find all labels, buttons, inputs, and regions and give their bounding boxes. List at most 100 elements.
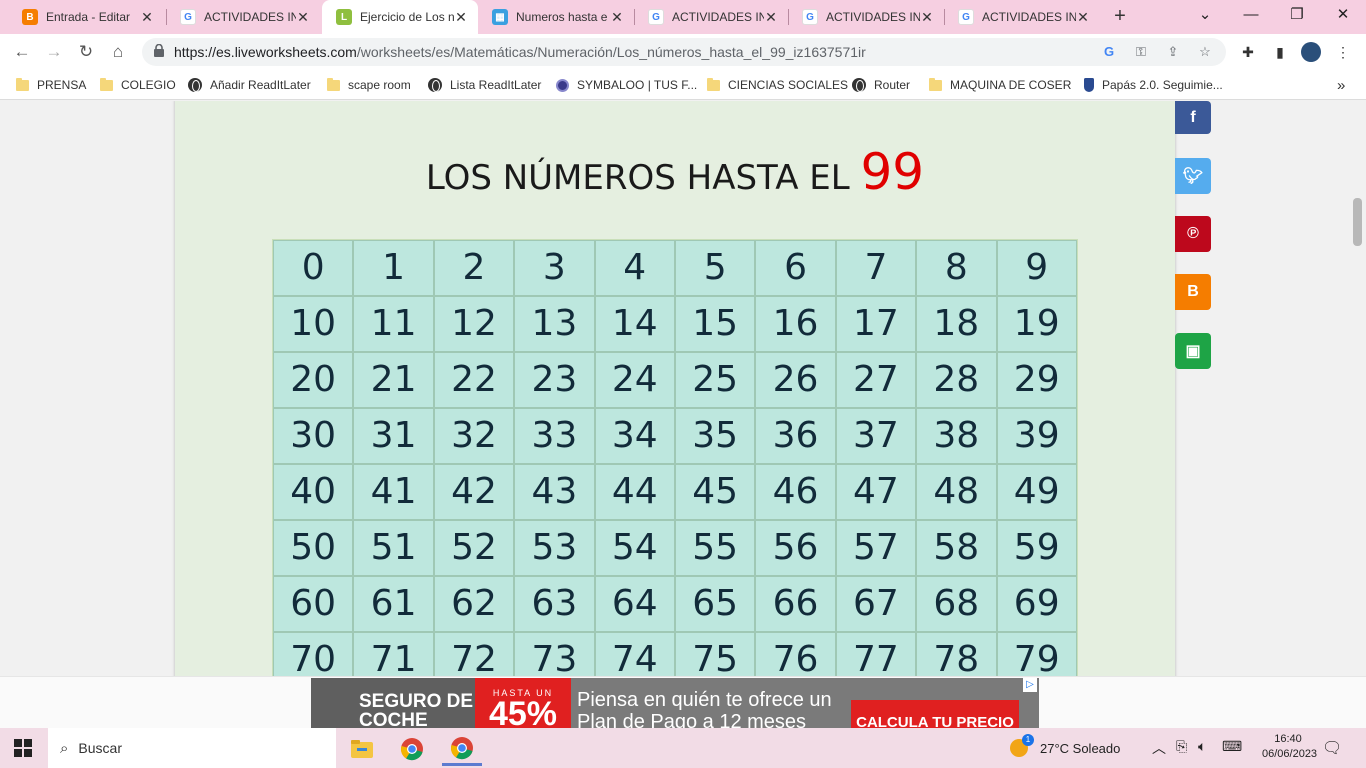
tab-entrada-editar[interactable]: B Entrada - Editar ✕	[8, 0, 164, 34]
back-button[interactable]: ←	[10, 40, 34, 64]
key-icon[interactable]: ⚿	[1132, 43, 1150, 61]
taskbar-search[interactable]: ⌕ Buscar	[48, 728, 336, 768]
number-cell[interactable]: 48	[916, 464, 997, 520]
minimize-button[interactable]: —	[1228, 0, 1274, 30]
number-cell[interactable]: 32	[433, 408, 515, 464]
profile-avatar[interactable]	[1301, 42, 1321, 62]
address-bar[interactable]: https://es.liveworksheets.com/worksheets…	[142, 38, 1226, 66]
classroom-share-button[interactable]: ▣	[1175, 333, 1211, 369]
number-cell[interactable]: 52	[433, 520, 515, 576]
number-cell[interactable]: 67	[835, 576, 917, 632]
number-cell[interactable]: 42	[433, 464, 515, 520]
close-window-button[interactable]: ✕	[1320, 0, 1366, 30]
close-tab-icon[interactable]: ✕	[296, 9, 310, 26]
clock[interactable]: 16:40 06/06/2023	[1262, 732, 1317, 762]
number-cell[interactable]: 53	[514, 520, 595, 576]
tab-search-chevron-icon[interactable]: ⌄	[1182, 0, 1228, 30]
number-cell[interactable]: 50	[273, 520, 354, 576]
number-cell[interactable]: 12	[433, 296, 515, 352]
number-cell[interactable]: 27	[835, 352, 917, 408]
number-cell[interactable]: 40	[273, 464, 354, 520]
reload-button[interactable]: ↻	[74, 40, 98, 64]
number-cell[interactable]: 7	[835, 240, 917, 296]
number-cell[interactable]: 19	[996, 296, 1077, 352]
scrollbar[interactable]	[1350, 101, 1366, 728]
tab-actividades-3[interactable]: G ACTIVIDADES INT ✕	[788, 0, 944, 34]
number-cell[interactable]: 16	[755, 296, 836, 352]
chrome-profile-app[interactable]	[442, 732, 482, 766]
number-cell[interactable]: 43	[514, 464, 595, 520]
number-cell[interactable]: 2	[433, 240, 515, 296]
number-cell[interactable]: 9	[996, 240, 1077, 296]
windows-start-button[interactable]	[14, 739, 32, 757]
bookmark-anadir-readitlater[interactable]: Añadir ReadItLater	[188, 76, 311, 94]
bookmark-papas[interactable]: Papás 2.0. Seguimie...	[1084, 76, 1223, 94]
google-lens-icon[interactable]: G	[1100, 43, 1118, 61]
number-cell[interactable]: 13	[514, 296, 595, 352]
file-explorer-app[interactable]	[342, 732, 382, 766]
number-cell[interactable]: 3	[514, 240, 595, 296]
extensions-icon[interactable]: ✚	[1238, 42, 1258, 62]
number-cell[interactable]: 22	[433, 352, 515, 408]
number-cell[interactable]: 35	[674, 408, 756, 464]
number-cell[interactable]: 20	[273, 352, 354, 408]
tab-numeros-hasta[interactable]: ▦ Numeros hasta e ✕	[478, 0, 634, 34]
number-cell[interactable]: 28	[916, 352, 997, 408]
number-cell[interactable]: 54	[594, 520, 675, 576]
tab-actividades-1[interactable]: G ACTIVIDADES INT ✕	[166, 0, 320, 34]
number-cell[interactable]: 39	[996, 408, 1077, 464]
number-cell[interactable]: 41	[353, 464, 434, 520]
side-panel-icon[interactable]: ▮	[1270, 42, 1290, 62]
number-cell[interactable]: 1	[353, 240, 434, 296]
number-cell[interactable]: 15	[674, 296, 756, 352]
menu-kebab-icon[interactable]: ⋮	[1333, 42, 1353, 62]
number-cell[interactable]: 64	[594, 576, 675, 632]
notifications-icon[interactable]: 🗨︎	[1322, 738, 1342, 758]
adchoices-icon[interactable]: ▷	[1023, 678, 1037, 692]
number-cell[interactable]: 30	[273, 408, 354, 464]
number-cell[interactable]: 45	[674, 464, 756, 520]
number-cell[interactable]: 68	[916, 576, 997, 632]
number-cell[interactable]: 65	[674, 576, 756, 632]
number-cell[interactable]: 11	[353, 296, 434, 352]
number-cell[interactable]: 62	[433, 576, 515, 632]
number-cell[interactable]: 37	[835, 408, 917, 464]
number-cell[interactable]: 38	[916, 408, 997, 464]
bookmark-ciencias-sociales[interactable]: CIENCIAS SOCIALES	[707, 76, 848, 94]
restore-button[interactable]: ❐	[1274, 0, 1320, 30]
bookmark-colegio[interactable]: COLEGIO	[100, 76, 176, 94]
twitter-share-button[interactable]: 🐦︎	[1175, 158, 1211, 194]
ad-cta-button[interactable]: CALCULA TU PRECIO	[851, 700, 1019, 728]
bookmark-symbaloo[interactable]: SYMBALOO | TUS F...	[556, 76, 697, 94]
number-cell[interactable]: 29	[996, 352, 1077, 408]
number-cell[interactable]: 26	[755, 352, 836, 408]
number-cell[interactable]: 14	[594, 296, 675, 352]
number-cell[interactable]: 58	[916, 520, 997, 576]
blogger-share-button[interactable]: B	[1175, 274, 1211, 310]
number-cell[interactable]: 4	[594, 240, 675, 296]
number-cell[interactable]: 6	[755, 240, 836, 296]
scrollbar-thumb[interactable]	[1353, 198, 1362, 246]
number-cell[interactable]: 17	[835, 296, 917, 352]
tray-chevron-icon[interactable]: ︿	[1152, 738, 1166, 758]
number-cell[interactable]: 25	[674, 352, 756, 408]
tab-ejercicio-active[interactable]: L Ejercicio de Los n ✕	[322, 0, 478, 34]
new-tab-button[interactable]: +	[1108, 5, 1132, 29]
forward-button[interactable]: →	[42, 40, 66, 64]
number-cell[interactable]: 55	[674, 520, 756, 576]
number-cell[interactable]: 47	[835, 464, 917, 520]
bookmark-router[interactable]: Router	[852, 76, 910, 94]
number-cell[interactable]: 18	[916, 296, 997, 352]
number-cell[interactable]: 10	[273, 296, 354, 352]
tab-actividades-4[interactable]: G ACTIVIDADES INT ✕	[944, 0, 1100, 34]
number-cell[interactable]: 66	[755, 576, 836, 632]
ad-banner[interactable]: SEGURO DE COCHE HASTA UN 45% Piensa en q…	[311, 678, 1039, 728]
home-button[interactable]: ⌂	[106, 40, 130, 64]
bookmark-maquina-de-coser[interactable]: MAQUINA DE COSER	[929, 76, 1071, 94]
number-cell[interactable]: 5	[674, 240, 756, 296]
close-tab-icon[interactable]: ✕	[454, 9, 468, 26]
number-cell[interactable]: 8	[916, 240, 997, 296]
close-tab-icon[interactable]: ✕	[920, 9, 934, 26]
number-cell[interactable]: 56	[755, 520, 836, 576]
bookmark-star-icon[interactable]: ☆	[1196, 43, 1214, 61]
